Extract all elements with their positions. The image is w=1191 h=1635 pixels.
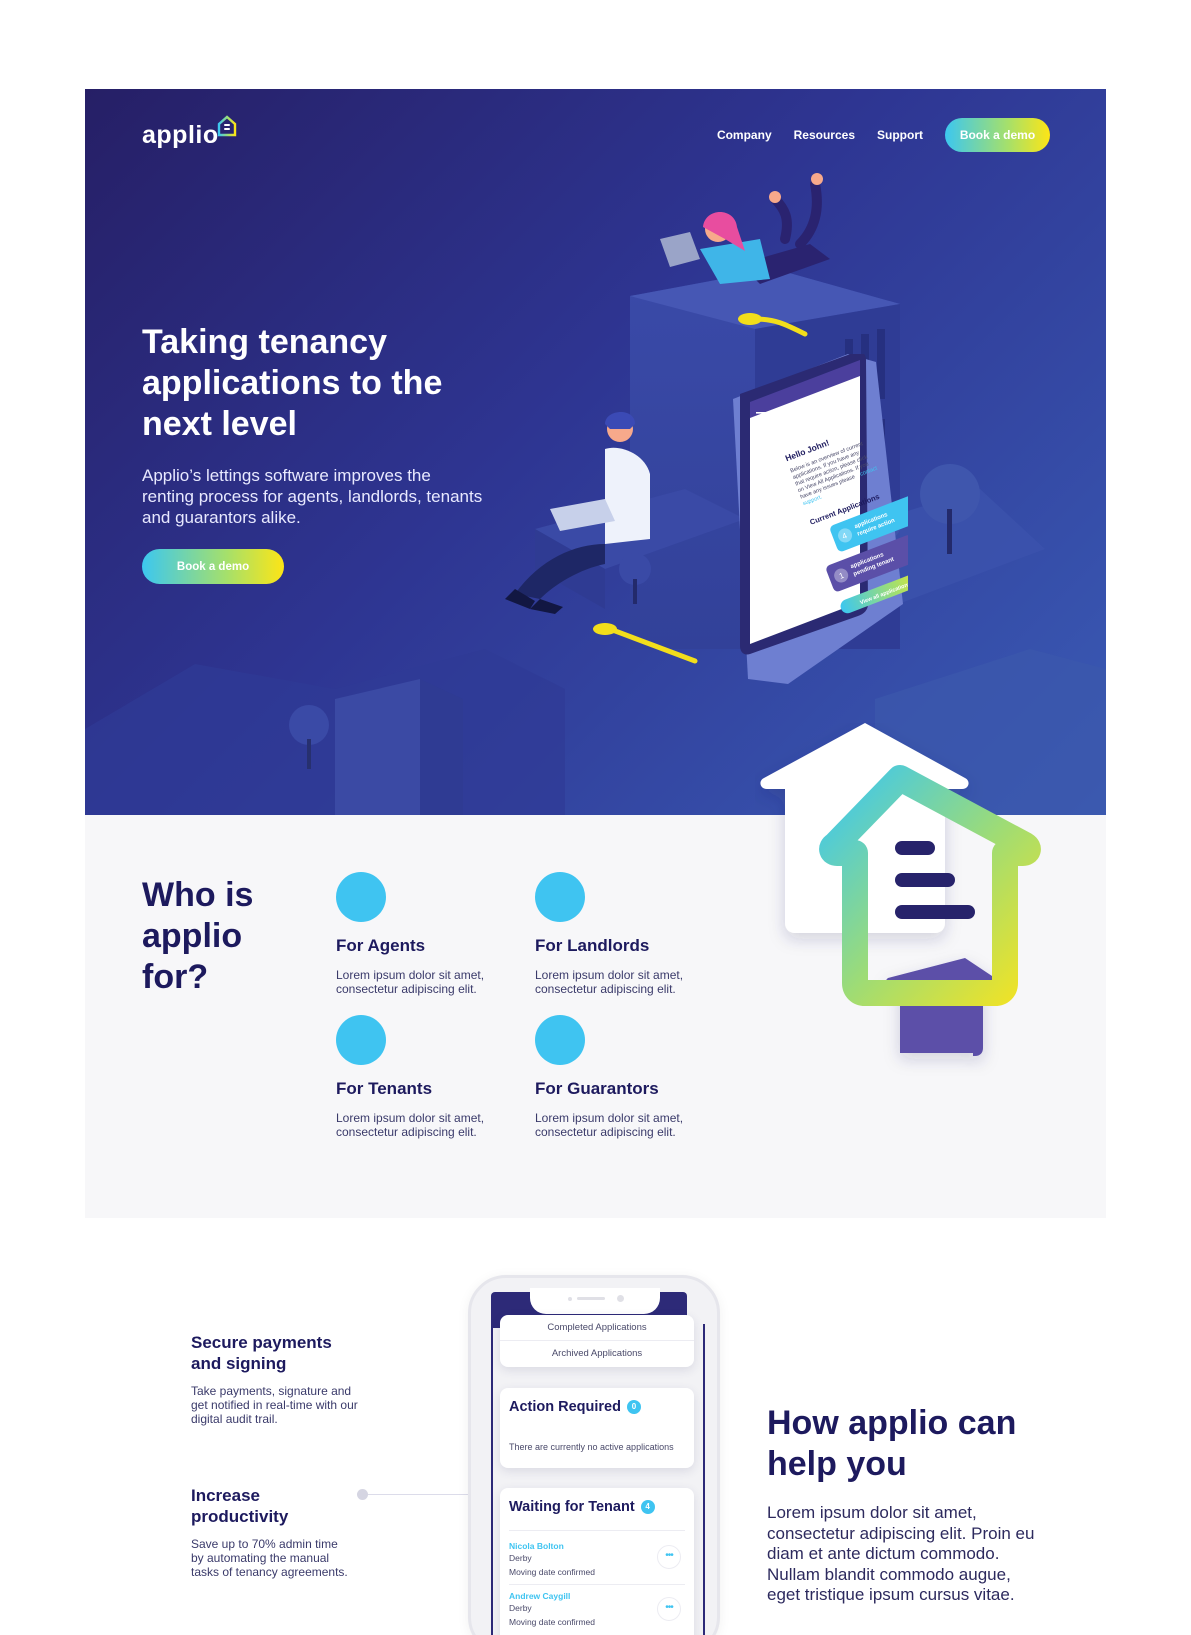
more-options-icon[interactable]: •••	[657, 1545, 681, 1569]
more-options-icon[interactable]: •••	[657, 1597, 681, 1621]
feature-agents: For Agents Lorem ipsum dolor sit amet, c…	[336, 872, 516, 996]
how-item-productivity: Increase productivity Save up to 70% adm…	[191, 1485, 351, 1579]
menu-archived-applications[interactable]: Archived Applications	[500, 1341, 694, 1367]
how-text: Lorem ipsum dolor sit amet, consectetur …	[767, 1503, 1035, 1604]
feature-title: For Landlords	[535, 936, 650, 955]
agents-icon	[336, 872, 386, 922]
hero-title: Taking tenancy applications to the next …	[142, 323, 443, 443]
hero-illustration	[85, 173, 1106, 815]
menu-completed-applications[interactable]: Completed Applications	[500, 1315, 694, 1341]
nav-support[interactable]: Support	[877, 128, 923, 142]
house-logo-illustration	[760, 723, 1041, 1056]
connector-dot	[357, 1489, 368, 1500]
who-title: Who is applio for?	[142, 876, 254, 996]
waiting-tenant-badge: 4	[640, 1500, 655, 1514]
dashboard-phone-illustration: Dashboard Hello John! Below is an overvi…	[733, 354, 908, 684]
tenants-icon	[336, 1015, 386, 1065]
nav-book-demo-button[interactable]: Book a demo	[945, 118, 1050, 152]
how-item-title: Increase productivity	[191, 1486, 289, 1526]
landlords-icon	[535, 872, 585, 922]
guarantors-icon	[535, 1015, 585, 1065]
phone-frame-line-right	[703, 1324, 705, 1635]
action-required-card: Action Required 0 There are currently no …	[500, 1388, 694, 1468]
feature-text: Lorem ipsum dolor sit amet, consectetur …	[336, 968, 485, 996]
tenant-row[interactable]: Nicola Bolton Derby Moving date confirme…	[509, 1530, 685, 1584]
how-item-text: Save up to 70% admin time by automating …	[191, 1537, 348, 1579]
main-nav: Company Resources Support Book a demo	[695, 118, 1050, 152]
feature-title: For Guarantors	[535, 1079, 659, 1098]
action-required-text: There are currently no active applicatio…	[509, 1442, 674, 1452]
nav-resources[interactable]: Resources	[794, 128, 855, 142]
tenant-status: Moving date confirmed	[509, 1617, 595, 1627]
how-item-payments: Secure payments and signing Take payment…	[191, 1332, 361, 1426]
logo[interactable]: applio	[142, 115, 237, 150]
logo-house-icon	[217, 115, 236, 137]
nav-company[interactable]: Company	[717, 128, 772, 142]
how-item-text: Take payments, signature and get notifie…	[191, 1384, 358, 1426]
hero-lead: Applio’s lettings software improves the …	[142, 466, 483, 527]
feature-text: Lorem ipsum dolor sit amet, consectetur …	[535, 1111, 684, 1139]
how-title: How applio can help you	[767, 1404, 1017, 1483]
waiting-tenant-card: Waiting for Tenant 4 Nicola Bolton Derby …	[500, 1488, 694, 1635]
how-item-title: Secure payments and signing	[191, 1333, 332, 1373]
phone-menu-card: Completed Applications Archived Applicat…	[500, 1315, 694, 1367]
feature-text: Lorem ipsum dolor sit amet, consectetur …	[535, 968, 684, 996]
feature-landlords: For Landlords Lorem ipsum dolor sit amet…	[535, 872, 715, 996]
phone-frame-line-left	[491, 1324, 493, 1635]
feature-title: For Agents	[336, 936, 426, 955]
hero-section: applio Company Resources Support Book a …	[85, 89, 1106, 815]
app-phone-mockup: Completed Applications Archived Applicat…	[468, 1275, 720, 1635]
action-required-title: Action Required	[509, 1399, 621, 1415]
feature-guarantors: For Guarantors Lorem ipsum dolor sit ame…	[535, 1015, 715, 1139]
feature-title: For Tenants	[336, 1079, 433, 1098]
phone-notch	[530, 1288, 660, 1314]
waiting-tenant-title: Waiting for Tenant	[509, 1499, 635, 1515]
feature-tenants: For Tenants Lorem ipsum dolor sit amet, …	[336, 1015, 516, 1139]
hero-book-demo-button[interactable]: Book a demo	[142, 549, 284, 584]
action-required-badge: 0	[626, 1400, 641, 1414]
tenant-status: Moving date confirmed	[509, 1567, 595, 1577]
tenant-row[interactable]: Andrew Caygill Derby Moving date confirm…	[509, 1584, 685, 1635]
tenant-name: Andrew Caygill	[509, 1591, 571, 1601]
feature-text: Lorem ipsum dolor sit amet, consectetur …	[336, 1111, 485, 1139]
logo-text: applio	[142, 121, 219, 149]
